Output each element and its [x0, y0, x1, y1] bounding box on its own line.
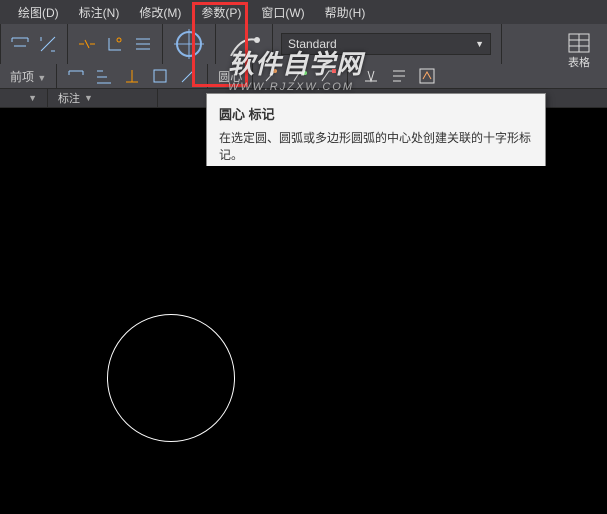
center-mark-button[interactable] — [167, 22, 211, 66]
menu-dimension[interactable]: 标注(N) — [69, 4, 130, 21]
standard-select[interactable]: Standard ▼ — [281, 33, 491, 55]
ribbon-row-2: 前项 ▼ 圆心 — [0, 64, 607, 88]
leader-sub-1-icon[interactable] — [259, 63, 285, 89]
menu-bar: 绘图(D) 标注(N) 修改(M) 参数(P) 窗口(W) 帮助(H) — [0, 0, 607, 24]
leader-sub-3-icon[interactable] — [315, 63, 341, 89]
continue-dim-icon[interactable] — [63, 63, 89, 89]
dim-space-icon[interactable] — [130, 31, 156, 57]
mtext-style-1-icon[interactable] — [358, 63, 384, 89]
ribbon-row-1: Standard ▼ 表格 — [0, 24, 607, 64]
previous-label[interactable]: 前项 ▼ — [0, 68, 56, 85]
tooltip-desc: 在选定圆、圆弧或多边形圆弧的中心处创建关联的十字形标记。 — [219, 129, 533, 163]
dim-break-icon[interactable] — [74, 31, 100, 57]
dim-tool-2-icon[interactable] — [35, 31, 61, 57]
chevron-down-icon: ▼ — [84, 93, 93, 103]
baseline-dim-icon[interactable] — [91, 63, 117, 89]
standard-select-value: Standard — [288, 37, 337, 51]
chevron-down-icon: ▼ — [37, 73, 46, 83]
dim-edit-1-icon[interactable] — [119, 63, 145, 89]
menu-window[interactable]: 窗口(W) — [251, 4, 314, 21]
table-icon — [567, 32, 591, 54]
dim-edit-2-icon[interactable] — [147, 63, 173, 89]
menu-help[interactable]: 帮助(H) — [315, 4, 376, 21]
menu-draw[interactable]: 绘图(D) — [8, 4, 69, 21]
circle-entity — [107, 314, 235, 442]
drawing-canvas[interactable] — [0, 166, 607, 514]
menu-modify[interactable]: 修改(M) — [129, 4, 191, 21]
chevron-down-icon: ▼ — [475, 39, 484, 49]
leader-button[interactable] — [222, 31, 266, 57]
chevron-down-icon[interactable]: ▼ — [28, 93, 37, 103]
dim-tool-1-icon[interactable] — [7, 31, 33, 57]
dim-adjust-icon[interactable] — [102, 31, 128, 57]
tooltip-title: 圆心 标记 — [219, 104, 533, 123]
center-mark-label: 圆心 — [208, 68, 252, 85]
mtext-style-2-icon[interactable] — [386, 63, 412, 89]
mtext-style-3-icon[interactable] — [414, 63, 440, 89]
leader-sub-2-icon[interactable] — [287, 63, 313, 89]
panel-dim[interactable]: 标注 ▼ — [48, 89, 158, 107]
dim-oblique-icon[interactable] — [175, 63, 201, 89]
menu-params[interactable]: 参数(P) — [191, 4, 251, 21]
